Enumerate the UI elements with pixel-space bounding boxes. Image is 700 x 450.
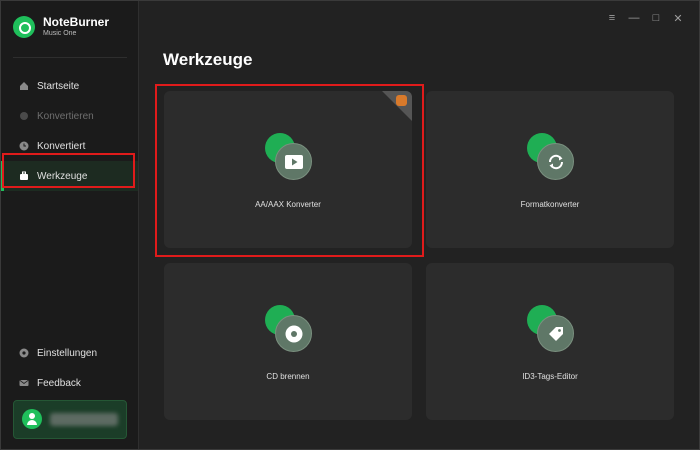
home-icon (20, 82, 28, 90)
sidebar-item-startseite[interactable]: Startseite (1, 71, 138, 101)
close-icon[interactable]: ✕ (667, 11, 689, 25)
brand-subtitle: Music One (43, 30, 77, 37)
convert-icon (20, 112, 28, 120)
user-account-button[interactable] (13, 400, 127, 439)
card-label: Formatkonverter (520, 200, 580, 209)
blurred-username (50, 413, 118, 426)
card-label: CD brennen (266, 372, 310, 381)
card-icon (527, 305, 575, 353)
menu-icon[interactable]: ≡ (601, 11, 623, 25)
card-icon (527, 133, 575, 181)
sidebar: NoteBurner Music One Startseite Konverti… (1, 1, 139, 449)
disc-icon (285, 325, 303, 343)
app-window: NoteBurner Music One Startseite Konverti… (0, 0, 700, 450)
minimize-icon[interactable]: — (623, 11, 645, 25)
window-controls: ≡ — □ ✕ (601, 11, 689, 25)
highlight-box-card (155, 84, 424, 257)
sidebar-item-einstellungen[interactable]: Einstellungen (1, 338, 138, 368)
sidebar-item-konvertieren[interactable]: Konvertieren (1, 101, 138, 131)
highlight-box-sidebar (2, 153, 135, 188)
page-title: Werkzeuge (163, 50, 253, 69)
avatar-icon (22, 409, 42, 429)
tag-icon (549, 327, 563, 341)
card-label: ID3-Tags-Editor (522, 372, 578, 381)
maximize-icon[interactable]: □ (645, 11, 667, 25)
settings-icon (19, 348, 29, 358)
clock-icon (19, 141, 29, 151)
card-formatkonverter[interactable]: Formatkonverter (426, 91, 674, 248)
card-icon (265, 305, 313, 353)
noteburner-logo-icon (13, 16, 35, 38)
brand-name: NoteBurner (43, 15, 110, 29)
sidebar-item-label: Feedback (37, 377, 81, 389)
sidebar-item-label: Startseite (37, 80, 80, 92)
sidebar-divider (13, 57, 127, 58)
sidebar-item-feedback[interactable]: Feedback (1, 368, 138, 398)
mail-icon (19, 379, 29, 386)
sidebar-item-label: Konvertiert (37, 140, 86, 152)
sidebar-bottom-nav: Einstellungen Feedback (1, 338, 138, 398)
brand: NoteBurner Music One (13, 15, 109, 39)
refresh-icon (548, 154, 564, 170)
card-cd-brennen[interactable]: CD brennen (164, 263, 412, 420)
card-id3-tags-editor[interactable]: ID3-Tags-Editor (426, 263, 674, 420)
sidebar-item-label: Einstellungen (37, 347, 98, 359)
sidebar-item-label: Konvertieren (37, 110, 94, 122)
